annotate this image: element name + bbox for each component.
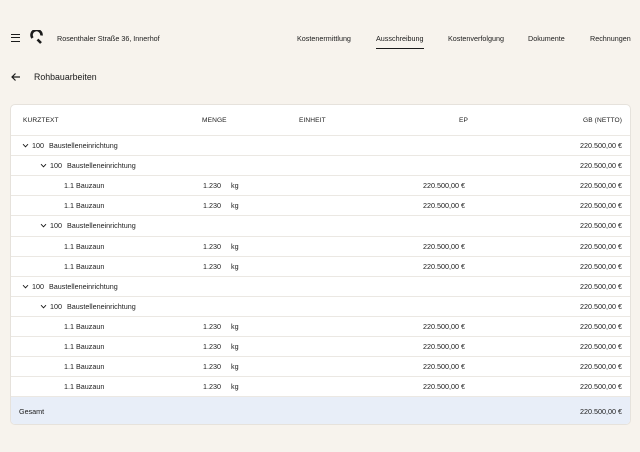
group-title[interactable]: 100 Baustelleneinrichtung — [40, 297, 136, 316]
item-label: 1.1 Bauzaun — [64, 362, 105, 372]
item-einheit: kg — [231, 201, 239, 211]
item-ep: 220.500,00 € — [423, 201, 465, 211]
group-number: 100 — [32, 281, 44, 291]
col-kurztext[interactable]: KURZTEXT — [23, 105, 59, 135]
group-number: 100 — [32, 141, 44, 150]
item-menge: 1.230 — [203, 342, 221, 351]
item-ep: 220.500,00 € — [423, 362, 465, 372]
group-title[interactable]: 100 Baustelleneinrichtung — [22, 277, 118, 296]
item-label: 1.1 Bauzaun — [64, 342, 105, 351]
total-row: Gesamt 220.500,00 € — [11, 396, 630, 424]
group-row[interactable]: 100 Baustelleneinrichtung 220.500,00 € — [11, 155, 630, 175]
item-menge: 1.230 — [203, 261, 221, 271]
row-gb: 220.500,00 € — [580, 161, 622, 171]
item-einheit: kg — [231, 362, 239, 372]
item-label: 1.1 Bauzaun — [64, 261, 105, 271]
row-gb: 220.500,00 € — [580, 301, 622, 311]
table-row[interactable]: 1.1 Bauzaun 1.230 kg 220.500,00 € 220.500,00… — [11, 336, 630, 356]
row-gb: 220.500,00 € — [580, 201, 622, 211]
row-gb: 220.500,00 € — [580, 261, 622, 271]
group-label: Baustelleneinrichtung — [67, 161, 136, 171]
row-gb: 220.500,00 € — [580, 221, 622, 231]
nav-kostenverfolgung[interactable]: Kostenverfolgung — [448, 34, 504, 43]
group-label: Baustelleneinrichtung — [49, 141, 118, 150]
item-label: 1.1 Bauzaun — [64, 321, 105, 331]
group-row[interactable]: 100 Baustelleneinrichtung 220.500,00 € — [11, 135, 630, 155]
table-row[interactable]: 1.1 Bauzaun 1.230 kg 220.500,00 € 220.500,00… — [11, 356, 630, 376]
table-header: KURZTEXT MENGE EINHEIT EP GB (NETTO) — [11, 105, 630, 135]
table-row[interactable]: 1.1 Bauzaun 1.230 kg 220.500,00 € 220.500,00… — [11, 315, 630, 336]
row-gb: 220.500,00 € — [580, 321, 622, 331]
chevron-down-icon[interactable] — [40, 162, 47, 169]
item-menge: 1.230 — [203, 181, 221, 191]
nav-ausschreibung[interactable]: Ausschreibung — [376, 34, 424, 49]
group-row[interactable]: 100 Baustelleneinrichtung 220.500,00 € — [11, 215, 630, 235]
item-ep: 220.500,00 € — [423, 181, 465, 191]
row-gb: 220.500,00 € — [580, 342, 622, 351]
table-row[interactable]: 1.1 Bauzaun 1.230 kg 220.500,00 € 220.500,00… — [11, 255, 630, 276]
chevron-down-icon[interactable] — [40, 303, 47, 310]
total-gb: 220.500,00 € — [580, 406, 622, 416]
lv-table: KURZTEXT MENGE EINHEIT EP GB (NETTO) 100… — [10, 104, 631, 425]
table-row[interactable]: 1.1 Bauzaun 1.230 kg 220.500,00 € 220.500,00… — [11, 376, 630, 396]
total-label: Gesamt — [19, 406, 45, 416]
row-gb: 220.500,00 € — [580, 141, 622, 150]
table-row[interactable]: 1.1 Bauzaun 1.230 kg 220.500,00 € 220.500,00… — [11, 195, 630, 215]
item-einheit: kg — [231, 241, 239, 251]
item-einheit: kg — [231, 181, 239, 191]
chevron-down-icon[interactable] — [22, 283, 29, 290]
item-einheit: kg — [231, 342, 239, 351]
group-label: Baustelleneinrichtung — [67, 301, 136, 311]
nav-rechnungen[interactable]: Rechnungen — [590, 34, 631, 43]
group-row[interactable]: 100 Baustelleneinrichtung 220.500,00 € — [11, 275, 630, 296]
item-menge: 1.230 — [203, 321, 221, 331]
item-ep: 220.500,00 € — [423, 382, 465, 392]
group-number: 100 — [50, 221, 62, 231]
item-ep: 220.500,00 € — [423, 342, 465, 351]
group-title[interactable]: 100 Baustelleneinrichtung — [40, 216, 136, 235]
group-title[interactable]: 100 Baustelleneinrichtung — [22, 136, 118, 155]
main-nav: Kostenermittlung Ausschreibung Kostenver… — [0, 34, 640, 54]
item-label: 1.1 Bauzaun — [64, 181, 105, 191]
item-einheit: kg — [231, 382, 239, 392]
item-menge: 1.230 — [203, 382, 221, 392]
item-ep: 220.500,00 € — [423, 261, 465, 271]
row-gb: 220.500,00 € — [580, 181, 622, 191]
item-menge: 1.230 — [203, 241, 221, 251]
group-label: Baustelleneinrichtung — [49, 281, 118, 291]
top-bar: Rosenthaler Straße 36, Innerhof Kostener… — [0, 0, 640, 54]
item-label: 1.1 Bauzaun — [64, 201, 105, 211]
item-einheit: kg — [231, 261, 239, 271]
row-gb: 220.500,00 € — [580, 281, 622, 291]
item-label: 1.1 Bauzaun — [64, 241, 105, 251]
row-gb: 220.500,00 € — [580, 362, 622, 372]
item-einheit: kg — [231, 321, 239, 331]
nav-dokumente[interactable]: Dokumente — [528, 34, 565, 43]
chevron-down-icon[interactable] — [22, 142, 29, 149]
item-ep: 220.500,00 € — [423, 241, 465, 251]
group-label: Baustelleneinrichtung — [67, 221, 136, 231]
table-row[interactable]: 1.1 Bauzaun 1.230 kg 220.500,00 € 220.500,00… — [11, 175, 630, 195]
group-row[interactable]: 100 Baustelleneinrichtung 220.500,00 € — [11, 295, 630, 316]
item-ep: 220.500,00 € — [423, 321, 465, 331]
group-number: 100 — [50, 161, 62, 171]
item-menge: 1.230 — [203, 362, 221, 372]
chevron-down-icon[interactable] — [40, 222, 47, 229]
arrow-left-icon[interactable] — [10, 71, 22, 83]
col-einheit[interactable]: EINHEIT — [299, 105, 326, 135]
item-label: 1.1 Bauzaun — [64, 382, 105, 392]
col-menge[interactable]: MENGE — [202, 105, 227, 135]
page-title: Rohbauarbeiten — [34, 72, 97, 82]
table-row[interactable]: 1.1 Bauzaun 1.230 kg 220.500,00 € 220.500,00… — [11, 235, 630, 256]
row-gb: 220.500,00 € — [580, 241, 622, 251]
group-number: 100 — [50, 301, 62, 311]
col-gb-netto[interactable]: GB (NETTO) — [492, 105, 622, 135]
col-ep[interactable]: EP — [368, 105, 468, 135]
item-menge: 1.230 — [203, 201, 221, 211]
nav-kostenermittlung[interactable]: Kostenermittlung — [297, 34, 351, 43]
row-gb: 220.500,00 € — [580, 382, 622, 392]
group-title[interactable]: 100 Baustelleneinrichtung — [40, 156, 136, 175]
